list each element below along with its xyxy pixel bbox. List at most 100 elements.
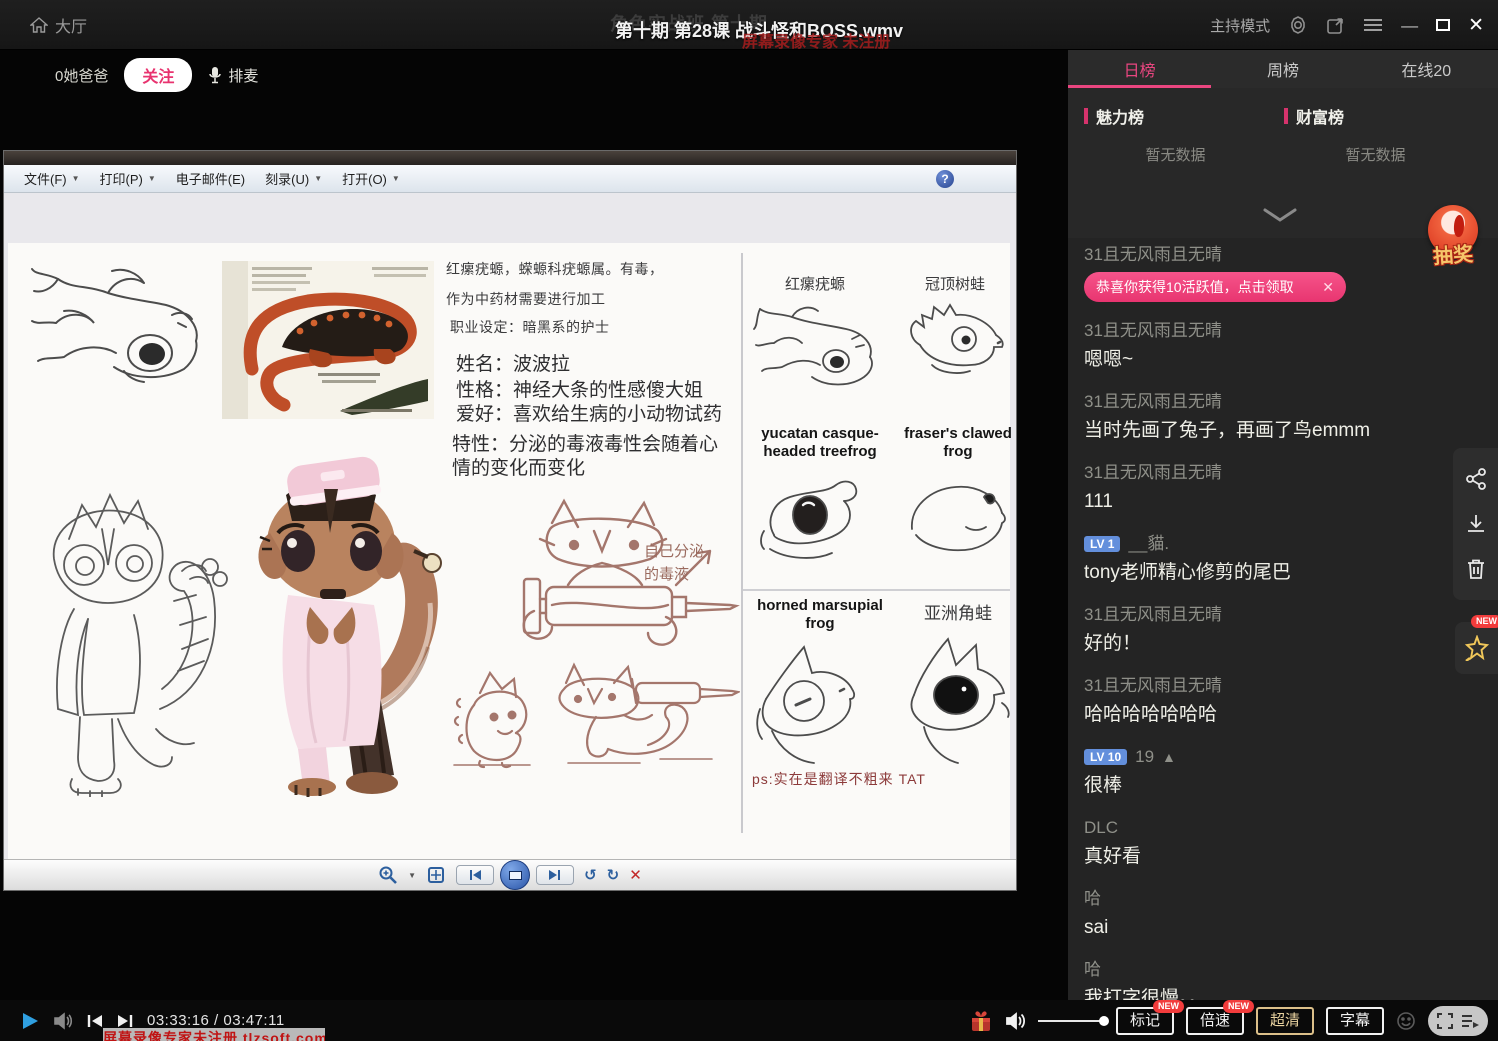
new-badge: NEW xyxy=(1471,615,1498,628)
home-button[interactable]: 大厅 xyxy=(30,13,87,37)
viewer-menu-bar: 文件(F)▼ 打印(P)▼ 电子邮件(E) 刻录(U)▼ 打开(O)▼ xyxy=(4,165,1016,193)
next-image-button[interactable] xyxy=(536,865,574,885)
level-badge: LV 10 xyxy=(1084,749,1127,765)
gear-icon[interactable] xyxy=(1288,15,1308,35)
chat-message: 31且无风雨且无晴 当时先画了兔子，再画了鸟emmm xyxy=(1068,391,1498,443)
horned-frog-sketch xyxy=(752,639,866,773)
play-icon[interactable] xyxy=(22,1012,39,1030)
chevron-down-icon: ▼ xyxy=(72,174,80,183)
volume-icon[interactable] xyxy=(1005,1012,1026,1030)
fraser-frog-sketch xyxy=(906,473,1010,569)
activity-notification[interactable]: 恭喜你获得10活跃值，点击领取 ✕ xyxy=(1084,272,1346,302)
zoom-icon[interactable] xyxy=(378,865,398,885)
salamander-head-sketch xyxy=(28,249,208,399)
accent-bar xyxy=(1284,108,1288,124)
mic-queue-label: 排麦 xyxy=(228,65,258,86)
player-bar: 03:33:16 / 03:47:11 屏幕录像专家未注册 tlzsoft.co… xyxy=(0,1000,1498,1041)
popout-icon[interactable] xyxy=(1326,16,1345,35)
viewer-toolbar: ▼ ↺ ↻ ✕ xyxy=(4,859,1016,890)
rotate-ccw-icon[interactable]: ↺ xyxy=(584,868,597,883)
home-label: 大厅 xyxy=(55,13,87,37)
mic-queue-button[interactable]: 排麦 xyxy=(208,65,258,86)
home-icon xyxy=(30,17,48,33)
lottery-button[interactable]: 抽奖 xyxy=(1422,205,1484,267)
chat-message: 哈 sai xyxy=(1068,888,1498,940)
new-badge: NEW xyxy=(1153,1000,1184,1013)
tab-weekly-rank[interactable]: 周榜 xyxy=(1211,50,1354,88)
art-trait-line1: 特性：分泌的毒液毒性会随着心 xyxy=(452,429,718,456)
actual-size-icon[interactable] xyxy=(426,865,446,885)
tab-daily-rank[interactable]: 日榜 xyxy=(1068,50,1211,88)
chat-panel: 日榜 周榜 在线20 魅力榜 财富榜 暂无数据 暂无数据 31且无风雨且无晴 xyxy=(1068,50,1498,1000)
slideshow-button[interactable] xyxy=(500,860,530,890)
chat-message: 31且无风雨且无晴 嗯嗯~ xyxy=(1068,320,1498,372)
salamander-book-photo xyxy=(222,261,434,419)
gift-icon[interactable] xyxy=(969,1009,993,1033)
rank-up-icon: ▲ xyxy=(1162,746,1176,768)
top-bar: 大厅 角色实战班 第十期 第十期 第28课 战斗怪和BOSS.wmv 屏幕录像专… xyxy=(0,0,1498,50)
chat-message: 哈 我打字很慢。。 xyxy=(1068,959,1498,1000)
art-hobby-line: 爱好：喜欢给生病的小动物试药 xyxy=(456,399,722,426)
charm-rank-title: 魅力榜 xyxy=(1084,104,1144,128)
pin-tool-button[interactable]: NEW xyxy=(1455,622,1498,674)
menu-file[interactable]: 文件(F)▼ xyxy=(16,166,88,191)
menu-burn[interactable]: 刻录(U)▼ xyxy=(257,166,330,191)
wealth-rank-title: 财富榜 xyxy=(1284,104,1344,128)
chevron-down-icon: ▼ xyxy=(314,174,322,183)
art-name-line: 姓名：波波拉 xyxy=(456,349,570,376)
previous-image-button[interactable] xyxy=(456,865,494,885)
tab-online[interactable]: 在线20 xyxy=(1355,50,1498,88)
recorder-watermark-top: 屏幕录像专家 未注册 xyxy=(742,28,890,52)
help-icon[interactable]: ? xyxy=(936,170,954,188)
accent-bar xyxy=(1084,108,1088,124)
viewer-canvas: 红瘰疣螈，蝾螈科疣螈属。有毒， 作为中药材需要进行加工 职业设定：暗黑系的护士 … xyxy=(4,193,1016,861)
label-crowned-treefrog: 冠顶树蛙 xyxy=(900,273,1010,294)
charm-rank-empty: 暂无数据 xyxy=(1068,144,1283,165)
volume-slider[interactable] xyxy=(1038,1020,1104,1022)
label-asian-horned-frog: 亚洲角蛙 xyxy=(900,599,1016,624)
trash-icon[interactable] xyxy=(1465,557,1487,581)
chat-message: 31且无风雨且无晴 111 xyxy=(1068,462,1498,514)
subtitle-button[interactable]: 字幕 xyxy=(1326,1007,1384,1035)
art-personality-line: 性格：神经大条的性感傻大姐 xyxy=(456,375,703,402)
window-controls: 主持模式 — ✕ xyxy=(1210,0,1484,50)
art-intro-line2: 作为中药材需要进行加工 xyxy=(446,289,606,309)
close-button[interactable]: ✕ xyxy=(1468,16,1484,35)
maximize-button[interactable] xyxy=(1436,19,1450,31)
menu-email[interactable]: 电子邮件(E) xyxy=(168,166,253,191)
time-display: 03:33:16 / 03:47:11 xyxy=(147,1012,285,1029)
menu-print[interactable]: 打印(P)▼ xyxy=(92,166,164,191)
playlist-icon[interactable] xyxy=(1461,1014,1479,1028)
speed-button[interactable]: 倍速 NEW xyxy=(1186,1007,1244,1035)
minimize-button[interactable]: — xyxy=(1401,17,1418,34)
chat-message: 31且无风雨且无晴 哈哈哈哈哈哈哈 xyxy=(1068,675,1498,727)
newt-head-sketch xyxy=(752,295,880,395)
chat-message: LV 10 19 ▲ 很棒 xyxy=(1068,746,1498,798)
asian-horned-frog-sketch xyxy=(898,629,1014,769)
crowned-treefrog-sketch xyxy=(902,297,1006,381)
viewer-title-bar xyxy=(4,151,1016,165)
delete-icon[interactable]: ✕ xyxy=(629,866,642,884)
chibi-line-sketch xyxy=(14,479,239,797)
download-icon[interactable] xyxy=(1464,512,1488,536)
recorder-watermark-bottom: 屏幕录像专家未注册 tlzsoft.com xyxy=(103,1028,325,1041)
collapse-rank-button[interactable] xyxy=(1263,208,1297,222)
player-mode-pill xyxy=(1428,1006,1488,1036)
close-notification-icon[interactable]: ✕ xyxy=(1322,279,1334,296)
follow-button[interactable]: 关注 xyxy=(124,58,192,92)
zoom-caret-icon[interactable]: ▼ xyxy=(408,871,416,880)
streamer-name: 0她爸爸 xyxy=(55,65,108,86)
quality-button[interactable]: 超清 xyxy=(1256,1007,1314,1035)
menu-icon[interactable] xyxy=(1363,18,1383,32)
mark-button[interactable]: 标记 NEW xyxy=(1116,1007,1174,1035)
speaker-icon[interactable] xyxy=(53,1012,73,1030)
rotate-cw-icon[interactable]: ↻ xyxy=(607,868,620,883)
painted-nurse-character xyxy=(226,455,464,797)
scared-creature-sketch xyxy=(450,665,536,769)
prev-frame-icon[interactable] xyxy=(87,1014,103,1028)
chat-message: 31且无风雨且无晴 好的！ xyxy=(1068,604,1498,656)
fullscreen-icon[interactable] xyxy=(1437,1013,1453,1029)
menu-open[interactable]: 打开(O)▼ xyxy=(334,166,408,191)
share-icon[interactable] xyxy=(1464,467,1488,491)
next-frame-icon[interactable] xyxy=(117,1014,133,1028)
